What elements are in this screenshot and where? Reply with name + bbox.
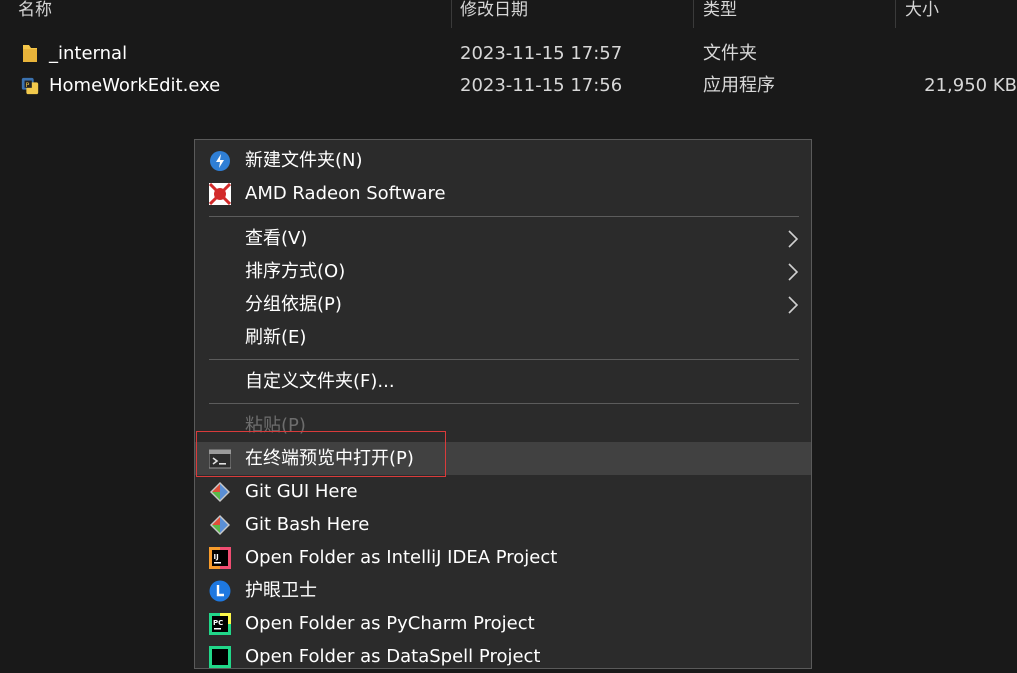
svg-text:IJ: IJ: [214, 553, 219, 561]
menu-item-sort-by[interactable]: 排序方式(O): [195, 255, 811, 288]
menu-item-label: 粘贴(P): [245, 415, 306, 436]
git-icon: [210, 482, 230, 502]
menu-item-amd-radeon[interactable]: AMD Radeon Software: [195, 177, 811, 210]
menu-item-label: Open Folder as PyCharm Project: [245, 613, 535, 634]
menu-item-label: 新建文件夹(N): [245, 150, 363, 171]
menu-item-label: Git Bash Here: [245, 514, 370, 535]
menu-item-label: 查看(V): [245, 228, 308, 249]
file-type: 文件夹: [703, 43, 757, 64]
column-header-size[interactable]: 大小: [905, 0, 939, 24]
menu-item-refresh[interactable]: 刷新(E): [195, 321, 811, 354]
menu-item-label: Open Folder as DataSpell Project: [245, 646, 541, 667]
file-row[interactable]: P HomeWorkEdit.exe 2023-11-15 17:56 应用程序…: [0, 71, 1017, 101]
file-name: _internal: [49, 43, 128, 64]
file-name: HomeWorkEdit.exe: [49, 75, 221, 96]
menu-item-label: Git GUI Here: [245, 481, 358, 502]
menu-separator: [209, 216, 799, 217]
dataspell-icon: [209, 646, 231, 668]
menu-item-label: 护眼卫士: [245, 580, 317, 601]
menu-item-paste: 粘贴(P): [195, 409, 811, 442]
folder-icon: [23, 45, 37, 62]
file-explorer: 名称 修改日期 类型 大小 _internal 2023-11-15 17:57…: [0, 0, 1017, 669]
menu-item-label: 在终端预览中打开(P): [245, 448, 414, 469]
column-header-name[interactable]: 名称: [18, 0, 52, 24]
menu-separator: [209, 359, 799, 360]
menu-item-label: 分组依据(P): [245, 294, 342, 315]
menu-item-group-by[interactable]: 分组依据(P): [195, 288, 811, 321]
intellij-icon: IJ: [209, 547, 231, 569]
python-exe-icon: P: [21, 77, 39, 95]
svg-text:P: P: [25, 82, 29, 89]
svg-text:PC: PC: [213, 619, 223, 627]
pycharm-icon: PC: [209, 613, 231, 635]
menu-separator: [209, 403, 799, 404]
file-type: 应用程序: [703, 75, 775, 96]
column-header-type[interactable]: 类型: [703, 0, 737, 24]
chevron-right-icon: [788, 230, 799, 248]
file-row[interactable]: _internal 2023-11-15 17:57 文件夹: [0, 39, 1017, 69]
menu-item-label: 排序方式(O): [245, 261, 346, 282]
column-header-modified[interactable]: 修改日期: [460, 0, 528, 24]
menu-item-git-bash-here[interactable]: Git Bash Here: [195, 508, 811, 541]
menu-item-new-folder[interactable]: 新建文件夹(N): [195, 144, 811, 177]
menu-item-git-gui-here[interactable]: Git GUI Here: [195, 475, 811, 508]
eye-guard-icon: [209, 580, 231, 602]
amd-radeon-icon: [209, 183, 231, 205]
file-modified: 2023-11-15 17:57: [460, 43, 623, 64]
new-folder-icon: [210, 151, 230, 171]
file-modified: 2023-11-15 17:56: [460, 75, 623, 96]
chevron-right-icon: [788, 263, 799, 281]
column-divider[interactable]: [895, 0, 896, 28]
menu-item-customize-folder[interactable]: 自定义文件夹(F)...: [195, 365, 811, 398]
file-size: 21,950 KB: [924, 75, 1017, 96]
menu-item-label: 自定义文件夹(F)...: [245, 371, 395, 392]
menu-item-open-dataspell[interactable]: Open Folder as DataSpell Project: [195, 640, 811, 673]
context-menu: 新建文件夹(N) AMD Radeon Software 查看(V) 排序方式(…: [194, 139, 812, 669]
menu-item-open-intellij[interactable]: IJ Open Folder as IntelliJ IDEA Project: [195, 541, 811, 574]
menu-item-label: 刷新(E): [245, 327, 307, 348]
menu-item-view[interactable]: 查看(V): [195, 222, 811, 255]
menu-item-label: AMD Radeon Software: [245, 183, 446, 204]
menu-item-open-in-terminal-preview[interactable]: 在终端预览中打开(P): [195, 442, 811, 475]
menu-item-eye-guard[interactable]: 护眼卫士: [195, 574, 811, 607]
chevron-right-icon: [788, 296, 799, 314]
menu-item-label: Open Folder as IntelliJ IDEA Project: [245, 547, 558, 568]
column-divider[interactable]: [693, 0, 694, 28]
git-icon: [210, 515, 230, 535]
column-divider[interactable]: [451, 0, 452, 28]
terminal-icon: [209, 449, 231, 469]
menu-item-open-pycharm[interactable]: PC Open Folder as PyCharm Project: [195, 607, 811, 640]
